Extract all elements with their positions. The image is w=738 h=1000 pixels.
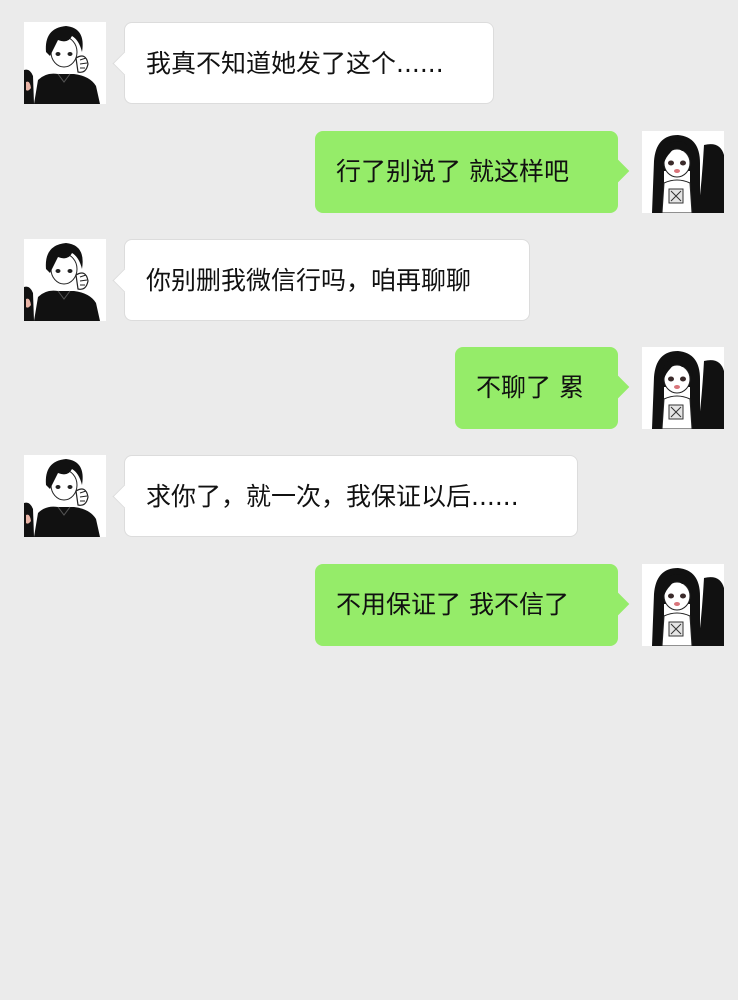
outgoing-message-bubble[interactable]: 行了别说了 就这样吧 [315, 131, 630, 213]
message-text: 我真不知道她发了这个...... [146, 49, 444, 78]
girl-avatar-icon[interactable] [642, 347, 724, 429]
bubble-tail [606, 159, 630, 183]
girl-avatar-icon[interactable] [642, 564, 724, 646]
bubble-tail [606, 592, 630, 616]
bubble-tail [112, 484, 137, 509]
message-text: 求你了，就一次，我保证以后...... [146, 482, 519, 511]
bubble-tail [112, 268, 137, 293]
incoming-message-bubble[interactable]: 你别删我微信行吗，咱再聊聊 [112, 239, 530, 321]
girl-avatar-icon[interactable] [642, 131, 724, 213]
chat-area[interactable]: 我真不知道她发了这个...... 行了别说了 就这样吧 你别删我微信行吗，咱再聊… [0, 0, 738, 1000]
outgoing-message-bubble[interactable]: 不聊了 累 [455, 347, 630, 429]
boy-avatar-icon[interactable] [24, 239, 106, 321]
outgoing-message-bubble[interactable]: 不用保证了 我不信了 [315, 564, 630, 646]
message-text: 不聊了 累 [476, 373, 584, 402]
incoming-message-bubble[interactable]: 我真不知道她发了这个...... [112, 22, 494, 104]
bubble-tail [112, 51, 137, 76]
boy-avatar-icon[interactable] [24, 22, 106, 104]
bubble-tail [606, 375, 630, 399]
message-text: 你别删我微信行吗，咱再聊聊 [146, 266, 472, 295]
message-text: 行了别说了 就这样吧 [336, 157, 569, 186]
incoming-message-bubble[interactable]: 求你了，就一次，我保证以后...... [112, 455, 578, 537]
boy-avatar-icon[interactable] [24, 455, 106, 537]
message-text: 不用保证了 我不信了 [336, 590, 569, 619]
